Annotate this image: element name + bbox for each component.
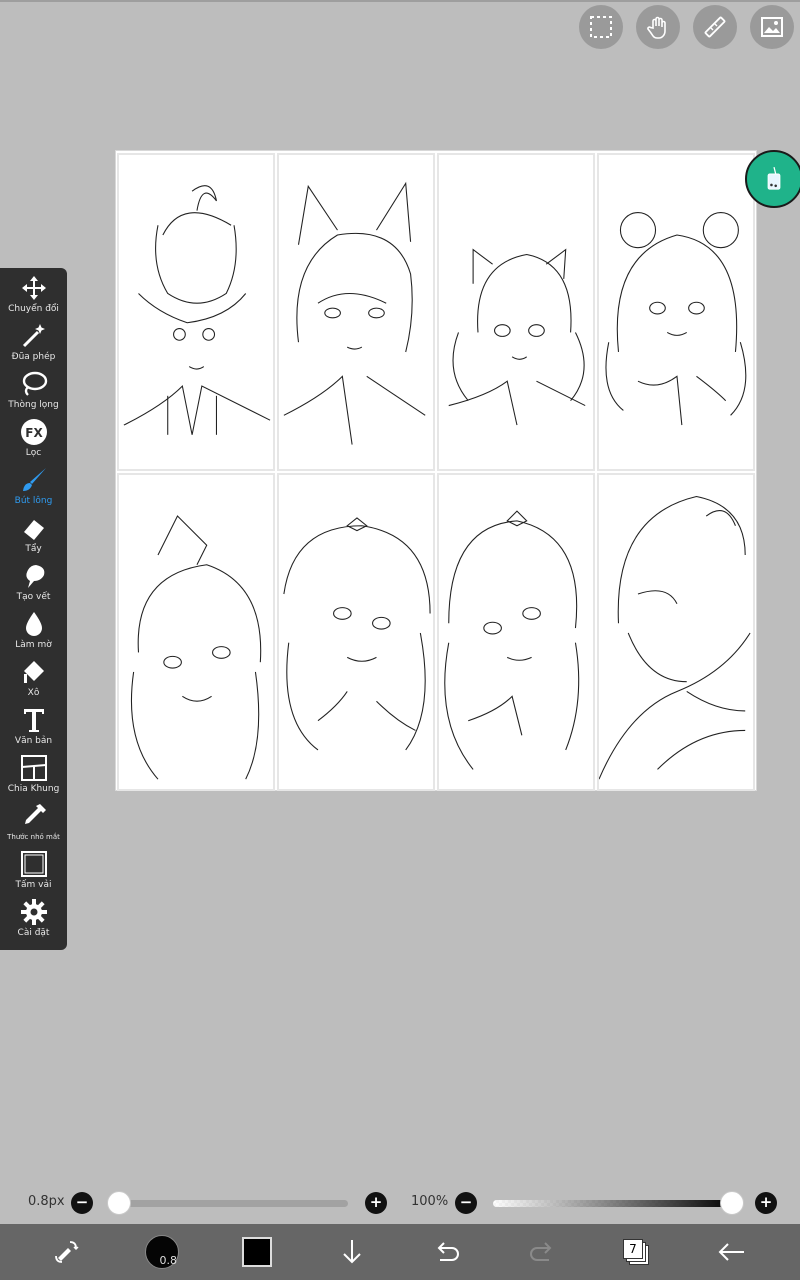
undo-button[interactable] [431,1224,463,1280]
status-strip [0,0,800,2]
tool-label: Đũa phép [11,352,56,362]
drawing-canvas[interactable] [115,150,757,791]
color-button[interactable] [241,1224,273,1280]
opacity-increase-button[interactable]: + [755,1192,777,1214]
transform-button[interactable] [48,1224,84,1280]
frame-divider-icon [20,755,47,781]
text-icon [23,709,44,732]
back-button[interactable] [716,1224,748,1280]
ruler-button[interactable] [693,5,737,49]
bottom-action-bar: 0.8 7 [0,1224,800,1280]
brush-size-value: 0.8 [159,1254,178,1267]
sketch-panel [437,473,595,791]
sketch-panel [277,153,435,471]
selection-icon [590,16,612,38]
brush-size-icon: 0.8 [145,1235,179,1269]
size-decrease-button[interactable]: − [71,1192,93,1214]
tool-transform[interactable]: Chuyển đổi [0,268,67,316]
color-swatch [242,1237,272,1267]
sketch-panel [117,473,275,791]
tool-lasso[interactable]: Thòng lọng [0,364,67,412]
move-icon [21,276,46,300]
tool-eraser[interactable]: Tẩy [0,508,67,556]
tool-label: Bút lông [14,496,53,506]
tool-label: Chuyển đổi [8,304,59,314]
layers-button[interactable]: 7 [620,1224,652,1280]
hand-button[interactable] [636,5,680,49]
redo-icon [530,1242,552,1261]
tool-blur[interactable]: Làm mờ [0,604,67,652]
size-slider-track[interactable] [112,1200,348,1207]
tool-label: Văn bản [14,736,53,746]
size-slider-knob[interactable] [107,1191,131,1215]
hand-icon [647,16,666,39]
image-button[interactable] [750,5,794,49]
tool-sidebar: Chuyển đổi Đũa phép Thòng lọng FX Lọc Bú… [0,268,67,950]
redo-button[interactable] [526,1224,558,1280]
opacity-decrease-button[interactable]: − [455,1192,477,1214]
tool-label: Tạo vết [16,592,51,602]
brush-size-button[interactable]: 0.8 [144,1224,180,1280]
eraser-icon [23,520,44,540]
sketch-panel [117,153,275,471]
tool-settings[interactable]: Cài đặt [0,892,67,940]
eyedropper-icon [24,804,46,824]
sticker-badge [745,150,800,208]
lasso-icon [22,371,47,396]
drink-cup-icon [767,166,781,190]
layer-count: 7 [629,1242,637,1256]
canvas-icon [20,851,47,877]
fx-filter-icon: FX [20,419,47,445]
opacity-slider-knob[interactable] [720,1191,744,1215]
opacity-slider-track[interactable] [493,1200,735,1207]
tool-label: Cài đặt [17,928,50,938]
download-button[interactable] [336,1224,368,1280]
sketch-panel [437,153,595,471]
tool-label: Chia Khung [7,784,60,794]
brush-icon [22,468,46,491]
tool-filter[interactable]: FX Lọc [0,412,67,460]
tool-text[interactable]: Văn bản [0,700,67,748]
ruler-icon [704,16,726,38]
tool-label: Thước nhỏ mắt [7,833,60,841]
top-tools [579,5,794,49]
slider-bar: 0.8px − + 100% − + [0,1186,800,1220]
image-icon [761,17,783,37]
tool-bucket[interactable]: Xô [0,652,67,700]
blur-drop-icon [25,612,42,636]
undo-icon [437,1242,459,1261]
transform-swap-icon [55,1241,79,1263]
tool-smudge[interactable]: Tạo vết [0,556,67,604]
svg-text:FX: FX [25,426,43,440]
opacity-readout: 100% [411,1194,449,1209]
layers-icon: 7 [622,1239,650,1265]
tool-label: Tấm vải [15,880,52,890]
sketch-panel [597,473,755,791]
sketch-panel [597,153,755,471]
tool-label: Lọc [25,448,42,458]
tool-label: Thòng lọng [8,400,59,410]
tool-frame-divider[interactable]: Chia Khung [0,748,67,796]
size-increase-button[interactable]: + [365,1192,387,1214]
download-arrow-icon [343,1240,361,1264]
tool-magic-wand[interactable]: Đũa phép [0,316,67,364]
back-arrow-icon [718,1243,744,1261]
smudge-icon [25,565,44,588]
brush-size-readout: 0.8px [28,1194,65,1209]
magic-wand-icon [22,324,45,348]
tool-label: Tẩy [25,544,42,554]
tool-eyedropper[interactable]: Thước nhỏ mắt [0,796,67,844]
settings-gear-icon [20,899,47,925]
selection-button[interactable] [579,5,623,49]
tool-canvas[interactable]: Tấm vải [0,844,67,892]
tool-brush[interactable]: Bút lông [0,460,67,508]
bucket-icon [23,661,44,683]
tool-label: Làm mờ [15,640,52,650]
sketch-panel [277,473,435,791]
tool-label: Xô [27,688,40,698]
